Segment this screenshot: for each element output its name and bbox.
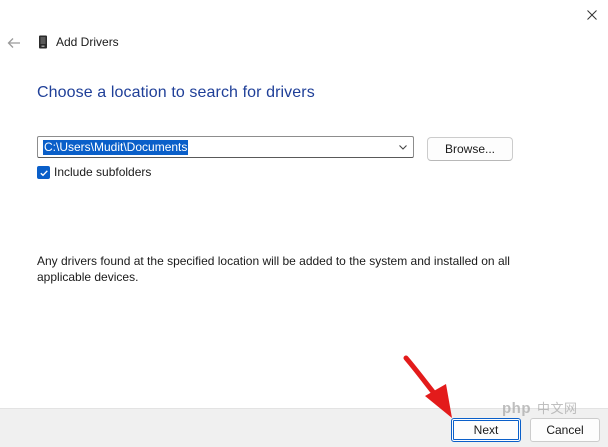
close-button[interactable] [576, 0, 608, 30]
watermark-brand: php [502, 400, 531, 417]
close-icon [587, 10, 597, 20]
next-button[interactable]: Next [451, 418, 521, 442]
device-icon [39, 35, 47, 49]
chevron-down-icon[interactable] [397, 141, 409, 153]
back-arrow-icon [7, 38, 20, 48]
window-title: Add Drivers [56, 35, 119, 49]
back-button[interactable] [4, 33, 24, 53]
page-heading: Choose a location to search for drivers [37, 84, 315, 101]
info-text: Any drivers found at the specified locat… [37, 253, 537, 285]
include-subfolders-label[interactable]: Include subfolders [54, 165, 151, 180]
include-subfolders-checkbox[interactable] [37, 166, 50, 179]
browse-button[interactable]: Browse... [427, 137, 513, 161]
info-line-2: applicable devices. [37, 270, 139, 284]
checkmark-icon [39, 169, 48, 176]
path-input-value[interactable]: C:\Users\Mudit\Documents [43, 140, 189, 155]
info-line-1: Any drivers found at the specified locat… [37, 254, 510, 268]
path-combobox[interactable]: C:\Users\Mudit\Documents [37, 136, 414, 158]
red-pointer-arrow-icon [403, 355, 452, 418]
watermark: php 中文网 [502, 400, 578, 418]
cancel-button[interactable]: Cancel [530, 418, 600, 442]
watermark-text: 中文网 [537, 401, 578, 416]
